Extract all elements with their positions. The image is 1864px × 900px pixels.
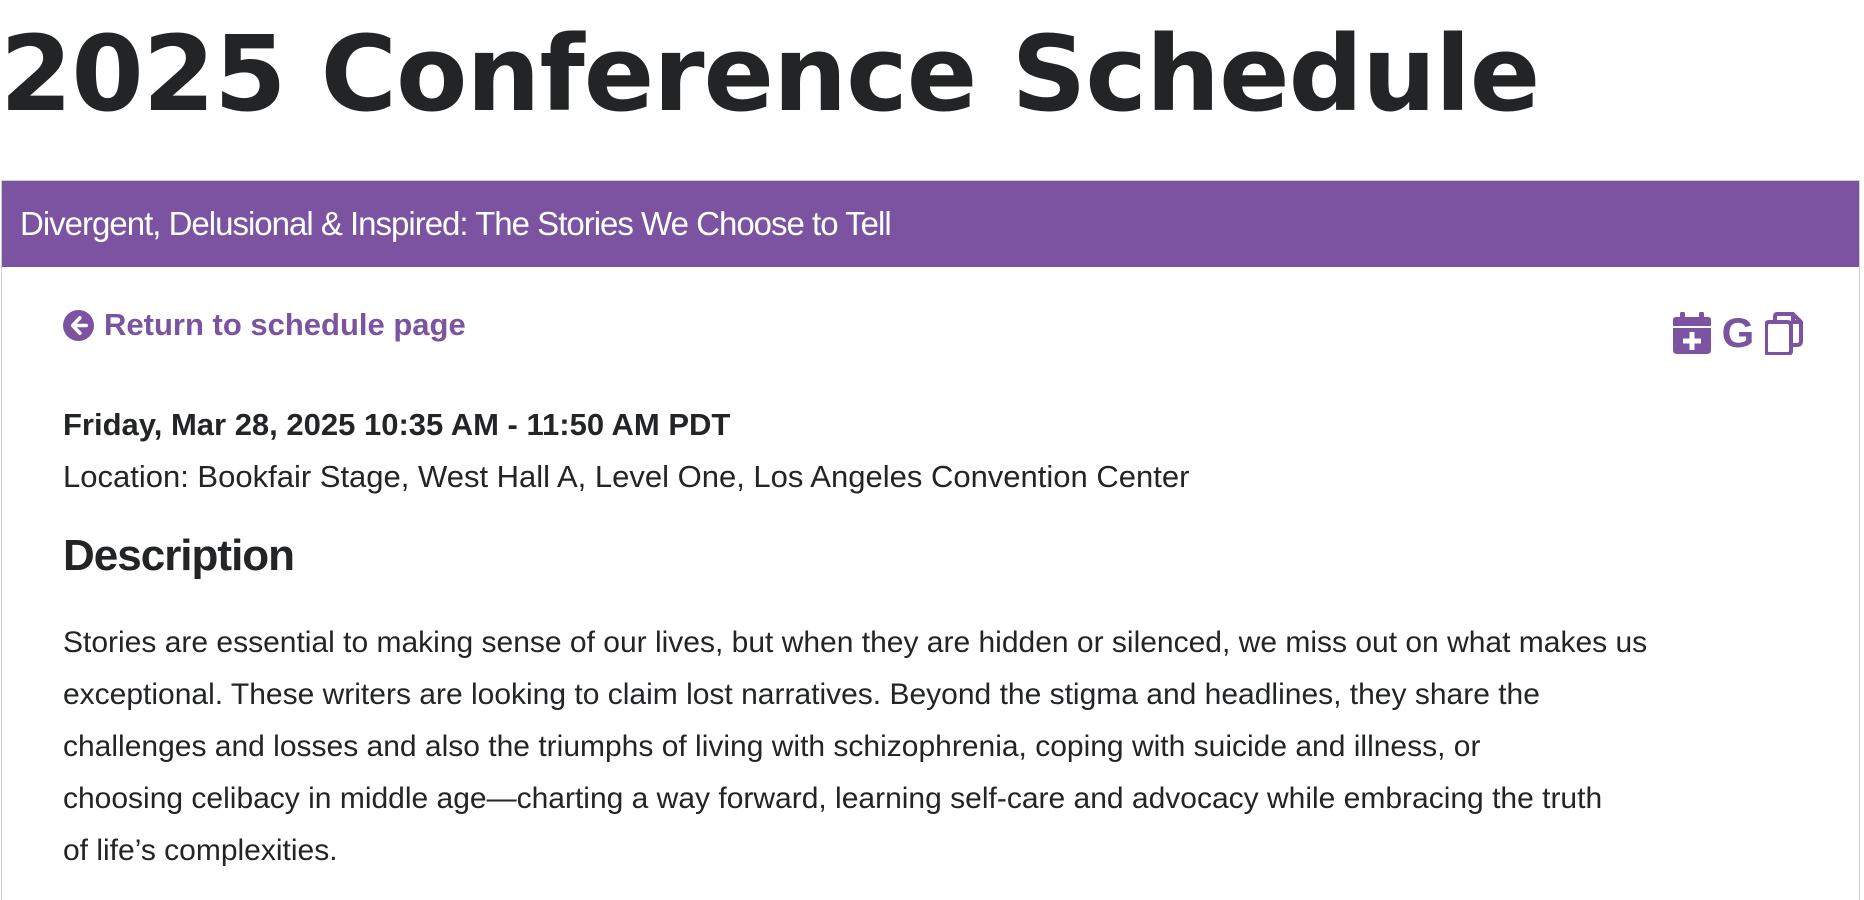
session-actions: G (1673, 311, 1803, 355)
session-title: Divergent, Delusional & Inspired: The St… (20, 205, 892, 242)
description-line: choosing celibacy in middle age—charting… (63, 782, 1603, 815)
copy-icon[interactable] (1765, 311, 1803, 355)
page-title: 2025 Conference Schedule (0, 13, 1540, 135)
arrow-circle-left-icon (63, 309, 94, 341)
description-line: exceptional. These writers are looking t… (63, 678, 1540, 711)
description-line: Stories are essential to making sense of… (63, 626, 1648, 659)
session-header: Divergent, Delusional & Inspired: The St… (2, 181, 1859, 267)
return-link-label: Return to schedule page (104, 307, 466, 342)
description-heading: Description (63, 531, 295, 580)
session-datetime: Friday, Mar 28, 2025 10:35 AM - 11:50 AM… (63, 407, 731, 442)
return-to-schedule-link[interactable]: Return to schedule page (63, 307, 466, 343)
google-icon[interactable]: G (1719, 312, 1757, 354)
description-line: of life’s complexities. (63, 834, 338, 867)
session-location: Location: Bookfair Stage, West Hall A, L… (63, 459, 1190, 494)
description-text: Stories are essential to making sense of… (63, 617, 1763, 877)
description-line: challenges and losses and also the trium… (63, 730, 1481, 763)
session-card: Divergent, Delusional & Inspired: The St… (1, 180, 1860, 900)
calendar-plus-icon[interactable] (1673, 312, 1711, 354)
